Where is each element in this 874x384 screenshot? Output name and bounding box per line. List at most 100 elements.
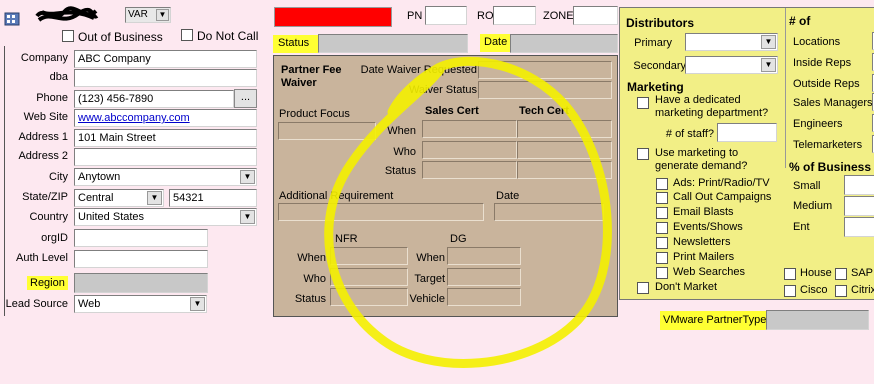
option-checkbox-1[interactable] [656,192,668,204]
country-value: United States [78,211,145,223]
company-value: ABC Company [78,53,151,65]
option-checkbox-0[interactable] [656,178,668,190]
primary-label: Primary [634,37,672,49]
redacted-name-scribble [34,4,100,28]
counts-title: # of [789,14,811,28]
vmware-partnertype-field[interactable] [766,310,869,330]
pn-field[interactable] [425,6,467,25]
chevron-down-icon[interactable]: ▼ [190,297,205,311]
additional-requirement-label: Additional Requirement [279,190,394,202]
sales-cert-label: Sales Cert [425,105,479,117]
business-field-1[interactable] [844,196,874,216]
option-label-6: Web Searches [673,266,745,278]
dedicated-line1: Have a dedicated [655,94,741,106]
date-waiver-requested-field[interactable] [478,61,612,79]
business-label-0: Small [793,180,821,192]
zip-value: 54321 [173,192,204,204]
do-not-call-checkbox[interactable] [181,29,193,41]
orgid-field[interactable] [74,229,208,247]
waiver-status-field[interactable] [478,81,612,99]
nfr-who-field[interactable] [330,268,408,286]
tech-cert-when-field[interactable] [517,120,612,138]
company-field[interactable]: ABC Company [74,50,257,68]
citrix-checkbox[interactable] [835,285,847,297]
date-label: Date [480,34,512,52]
phone-field[interactable]: (123) 456-7890 [74,90,234,108]
country-select[interactable]: United States ▼ [74,208,257,226]
chevron-down-icon[interactable]: ▼ [156,9,169,21]
house-checkbox[interactable] [784,268,796,280]
website-field[interactable]: www.abccompany.com [74,109,257,127]
product-focus-field[interactable] [278,122,376,140]
chevron-down-icon[interactable]: ▼ [240,210,255,224]
staff-label: # of staff? [665,128,714,140]
use-marketing-line2: generate demand? [655,160,748,172]
address1-field[interactable]: 101 Main Street [74,129,257,147]
state-select[interactable]: Central ▼ [74,189,164,207]
count-label-2: Outside Reps [793,78,860,90]
authlevel-field[interactable] [74,250,208,268]
sap-checkbox[interactable] [835,268,847,280]
zip-field[interactable]: 54321 [169,189,257,207]
option-label-1: Call Out Campaigns [673,191,772,203]
date-field[interactable] [510,34,618,53]
leadsource-select[interactable]: Web ▼ [74,295,207,313]
sales-cert-when-field[interactable] [422,120,517,138]
chevron-down-icon[interactable]: ▼ [761,35,776,49]
dg-vehicle-field[interactable] [447,288,521,306]
secondary-select[interactable]: ▼ [685,56,778,74]
tech-cert-who-field[interactable] [517,141,612,159]
cisco-checkbox[interactable] [784,285,796,297]
nfr-status-field[interactable] [330,288,408,306]
state-value: Central [78,192,114,204]
dedicated-marketing-checkbox[interactable] [637,97,649,109]
dont-market-checkbox[interactable] [637,282,649,294]
use-marketing-checkbox[interactable] [637,148,649,160]
out-of-business-label: Out of Business [78,30,163,44]
status-field[interactable] [318,34,468,53]
sales-cert-status-field[interactable] [422,161,517,179]
phone-label: Phone [36,92,68,104]
tech-cert-status-field[interactable] [517,161,612,179]
var-select[interactable]: VAR ▼ [125,7,171,23]
dont-market-label: Don't Market [655,281,718,293]
additional-date-field[interactable] [494,203,604,221]
vmware-partnertype-label: VMware PartnerType [660,311,770,330]
dg-when-field[interactable] [447,247,521,265]
chevron-down-icon[interactable]: ▼ [147,191,162,205]
dg-target-label: Target [414,273,445,285]
count-label-0: Locations [793,36,841,48]
phone-ellipsis-button[interactable]: ... [234,89,257,108]
staff-field[interactable] [717,123,777,142]
option-checkbox-4[interactable] [656,237,668,249]
city-select[interactable]: Anytown ▼ [74,168,257,186]
zone-field[interactable] [573,6,618,25]
option-checkbox-6[interactable] [656,267,668,279]
cert-status-label: Status [384,165,416,177]
distributors-title: Distributors [626,16,695,30]
primary-select[interactable]: ▼ [685,33,778,51]
partner-fee-title-line2: Waiver [281,77,317,89]
nfr-when-field[interactable] [330,247,408,265]
chevron-down-icon[interactable]: ▼ [761,58,776,72]
business-field-2[interactable] [844,217,874,237]
option-label-0: Ads: Print/Radio/TV [673,177,770,189]
out-of-business-checkbox[interactable] [62,30,74,42]
marketing-title: Marketing [627,80,684,94]
region-field[interactable] [74,273,208,293]
sales-cert-who-field[interactable] [422,141,517,159]
website-link[interactable]: www.abccompany.com [78,112,190,124]
dba-field[interactable] [74,69,257,87]
additional-requirement-field[interactable] [278,203,484,221]
option-checkbox-5[interactable] [656,252,668,264]
cisco-label: Cisco [800,284,828,296]
dg-vehicle-label: Vehicle [409,293,445,305]
chevron-down-icon[interactable]: ▼ [240,170,255,184]
dg-target-field[interactable] [447,268,521,286]
address2-field[interactable] [74,148,257,166]
option-checkbox-2[interactable] [656,207,668,219]
ro-field[interactable] [493,6,536,25]
business-field-0[interactable] [844,175,874,195]
option-checkbox-3[interactable] [656,222,668,234]
dg-when-label: When [416,252,445,264]
